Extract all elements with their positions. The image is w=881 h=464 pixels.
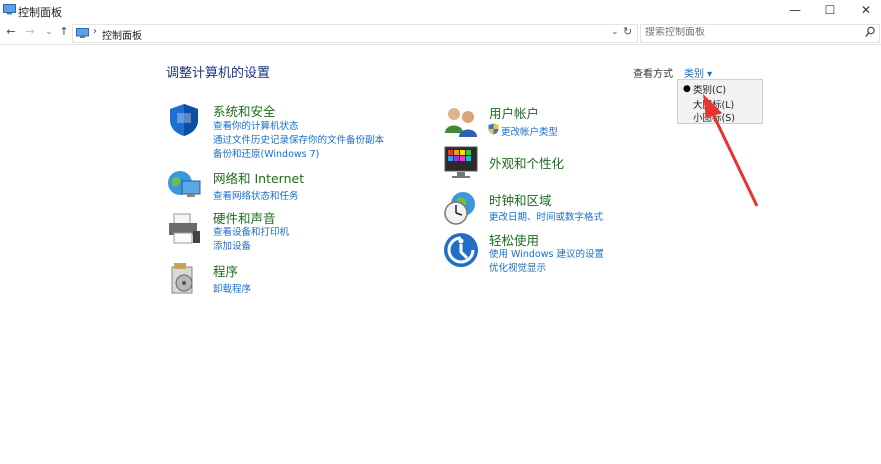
link-network-status[interactable]: 查看网络状态和任务 [213, 188, 299, 202]
category-title-appearance[interactable]: 外观和个性化 [489, 153, 564, 172]
link-change-date-time-format[interactable]: 更改日期、时间或数字格式 [489, 209, 603, 223]
menu-item-category[interactable]: 类别(C) [693, 82, 726, 96]
selected-bullet-icon: ● [683, 84, 691, 94]
link-devices-printers[interactable]: 查看设备和打印机 [213, 224, 289, 238]
breadcrumb-item[interactable]: 控制面板 [102, 27, 142, 42]
shield-icon[interactable] [166, 102, 202, 138]
link-optimize-visual-display[interactable]: 优化视觉显示 [489, 260, 546, 274]
appearance-monitor-icon[interactable] [443, 145, 479, 181]
control-panel-icon [76, 28, 89, 38]
link-file-history-backup[interactable]: 通过文件历史记录保存你的文件备份副本 [213, 132, 384, 146]
minimize-button[interactable]: — [777, 0, 813, 20]
printer-icon[interactable] [166, 211, 202, 247]
category-title-network[interactable]: 网络和 Internet [213, 168, 304, 187]
menu-item-large-icons[interactable]: 大图标(L) [693, 97, 734, 111]
address-bar[interactable] [72, 24, 638, 43]
link-view-computer-status[interactable]: 查看你的计算机状态 [213, 118, 299, 132]
link-change-account-type[interactable]: 更改帐户类型 [501, 124, 558, 138]
menu-item-small-icons[interactable]: 小图标(S) [693, 110, 735, 124]
network-globe-icon[interactable] [166, 167, 202, 203]
breadcrumb-separator-icon: › [93, 26, 97, 37]
maximize-button[interactable]: ☐ [812, 0, 848, 20]
ease-of-access-icon[interactable] [443, 232, 479, 268]
link-add-device[interactable]: 添加设备 [213, 238, 251, 252]
category-title-user-accounts[interactable]: 用户帐户 [489, 103, 539, 122]
forward-arrow-icon[interactable]: → [23, 25, 37, 39]
address-dropdown-chevron-icon[interactable]: ⌄ [611, 27, 619, 37]
control-panel-icon [3, 4, 16, 15]
category-title-clock-region[interactable]: 时钟和区域 [489, 190, 552, 209]
link-recommended-settings[interactable]: 使用 Windows 建议的设置 [489, 246, 604, 260]
close-button[interactable]: ✕ [848, 0, 881, 20]
annotation-arrow-icon [703, 94, 759, 207]
uac-shield-icon [488, 123, 499, 135]
user-accounts-icon[interactable] [443, 103, 479, 139]
back-arrow-icon[interactable]: ← [4, 25, 18, 39]
page-title: 调整计算机的设置 [166, 66, 271, 81]
up-arrow-icon[interactable]: ↑ [57, 25, 71, 39]
search-input[interactable] [645, 27, 845, 38]
category-title-programs[interactable]: 程序 [213, 261, 238, 280]
title-bar [0, 0, 881, 22]
link-uninstall-program[interactable]: 卸载程序 [213, 281, 251, 295]
recent-locations-chevron-icon[interactable]: ⌄ [42, 25, 56, 39]
refresh-icon[interactable]: ↻ [623, 25, 632, 38]
programs-disc-icon[interactable] [166, 261, 202, 297]
window-title: 控制面板 [18, 6, 62, 19]
clock-globe-icon[interactable] [443, 190, 479, 226]
search-icon[interactable] [865, 26, 875, 38]
link-backup-restore[interactable]: 备份和还原(Windows 7) [213, 146, 319, 160]
view-by-dropdown[interactable]: 类别 ▾ [684, 65, 712, 80]
view-by-label: 查看方式 [633, 69, 673, 80]
